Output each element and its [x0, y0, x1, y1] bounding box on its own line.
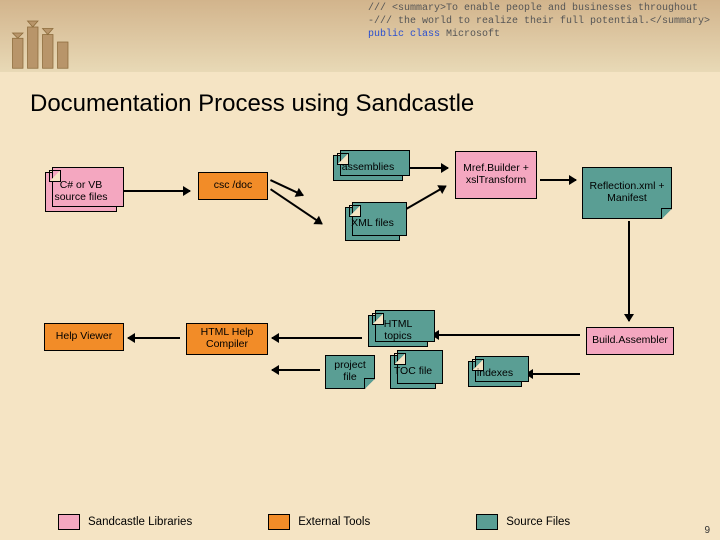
arrow-topics-hhc — [272, 337, 362, 339]
arrow-refl-build — [628, 221, 630, 321]
node-assemblies: assemblies — [333, 155, 403, 181]
node-csc-doc-label: csc /doc — [214, 180, 253, 192]
legend-swatch-external — [268, 514, 290, 530]
code-keyword: public class — [368, 29, 440, 40]
legend: Sandcastle Libraries External Tools Sour… — [0, 514, 720, 530]
node-source-files: C# or VB source files — [45, 172, 117, 212]
arrow-mref-refl — [540, 179, 576, 181]
legend-swatch-source — [476, 514, 498, 530]
node-xml-files: XML files — [345, 207, 400, 241]
node-assemblies-label: assemblies — [342, 162, 395, 174]
arrow-build-topics — [432, 334, 580, 336]
arrow-asm-mref — [408, 167, 448, 169]
node-indexes: indexes — [468, 361, 522, 387]
node-help-viewer: Help Viewer — [44, 323, 124, 351]
node-reflection: Reflection.xml + Manifest — [582, 167, 672, 219]
castle-icon — [5, 12, 80, 72]
node-mrefbuilder-label: Mref.Builder + xslTransform — [458, 163, 534, 186]
arrow-build-indexes — [526, 373, 580, 375]
node-reflection-label: Reflection.xml + Manifest — [585, 181, 669, 204]
arrow-xml-mref — [402, 185, 446, 212]
arrow-proj-hhc — [272, 369, 320, 371]
code-classname: Microsoft — [446, 29, 500, 40]
arrow-hhc-viewer — [128, 337, 180, 339]
node-buildassembler: Build.Assembler — [586, 327, 674, 355]
header-code-snippet: /// <summary>To enable people and busine… — [368, 2, 710, 41]
node-indexes-label: indexes — [477, 368, 513, 380]
slide-title: Documentation Process using Sandcastle — [30, 90, 474, 118]
legend-label-source: Source Files — [506, 516, 570, 528]
header-strip: /// <summary>To enable people and busine… — [0, 0, 720, 72]
node-xml-files-label: XML files — [351, 218, 394, 230]
node-buildassembler-label: Build.Assembler — [592, 335, 668, 347]
node-csc-doc: csc /doc — [198, 172, 268, 200]
node-help-viewer-label: Help Viewer — [56, 331, 112, 343]
node-html-help-compiler-label: HTML Help Compiler — [189, 327, 265, 350]
arrow-src-csc — [120, 190, 190, 192]
node-project-file: project file — [325, 355, 375, 389]
node-html-topics-label: HTML topics — [371, 319, 425, 342]
node-mrefbuilder: Mref.Builder + xslTransform — [455, 151, 537, 199]
node-toc-file-label: TOC file — [394, 366, 432, 378]
code-line-2: -/// the world to realize their full pot… — [368, 16, 710, 27]
page-number: 9 — [704, 525, 710, 536]
legend-label-external: External Tools — [298, 516, 370, 528]
node-project-file-label: project file — [328, 360, 372, 383]
slide-body: Documentation Process using Sandcastle C… — [0, 72, 720, 540]
node-source-files-label: C# or VB source files — [48, 180, 114, 203]
diagram-canvas: C# or VB source files csc /doc assemblie… — [0, 137, 720, 540]
legend-label-sandcastle: Sandcastle Libraries — [88, 516, 192, 528]
node-html-help-compiler: HTML Help Compiler — [186, 323, 268, 355]
node-html-topics: HTML topics — [368, 315, 428, 347]
code-line-1: /// <summary>To enable people and busine… — [368, 3, 698, 14]
node-toc-file: TOC file — [390, 355, 436, 389]
legend-swatch-sandcastle — [58, 514, 80, 530]
